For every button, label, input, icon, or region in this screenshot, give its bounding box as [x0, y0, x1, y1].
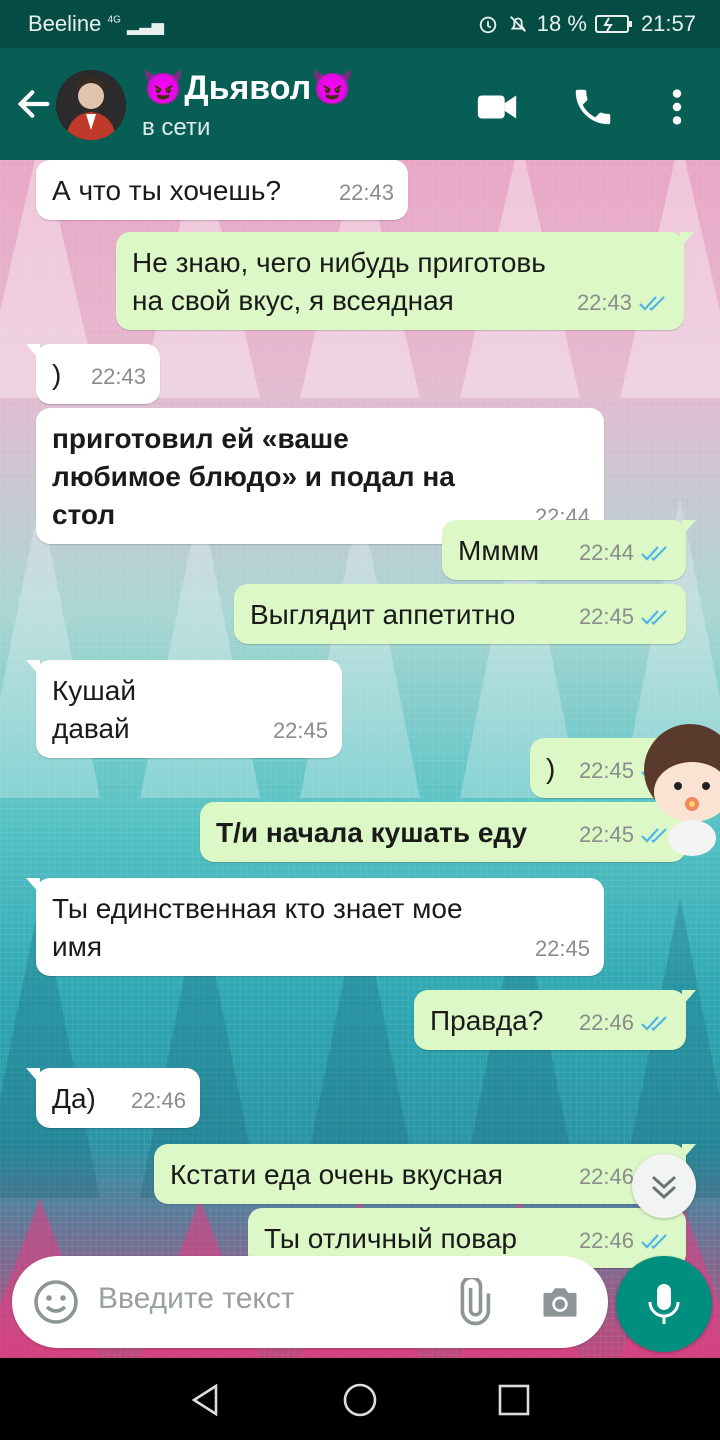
battery-icon — [594, 15, 632, 33]
online-status: в сети — [142, 114, 211, 141]
more-vert-icon[interactable] — [654, 84, 700, 130]
message-meta: 22:44 — [579, 534, 672, 572]
message-time: 22:43 — [338, 180, 394, 205]
message-time: 22:46 — [578, 1164, 634, 1189]
message-meta: 22:46 — [579, 1004, 672, 1042]
bubble-tail — [26, 660, 40, 676]
sent-message[interactable]: Кстати еда очень вкусная 22:46 — [154, 1144, 696, 1204]
message-input-bar[interactable]: Введите текст — [12, 1256, 608, 1348]
received-message[interactable]: Кушай давай 22:45 — [26, 660, 342, 758]
message-meta: 22:43 — [577, 284, 670, 322]
contact-name[interactable]: 😈Дьявол😈 — [142, 68, 354, 108]
message-meta: 22:46 — [131, 1082, 186, 1120]
status-bar: Beeline 4G ▂▃▅ 18 % 21:57 — [0, 0, 720, 48]
sent-message[interactable]: Т/и начала кушать еду 22:45 — [200, 802, 686, 862]
message-time: 22:45 — [534, 936, 590, 961]
message-time: 22:45 — [578, 822, 634, 847]
message-time: 22:46 — [130, 1088, 186, 1113]
message-meta: 22:46 — [579, 1222, 672, 1260]
devil-emoji-icon: 😈 — [311, 69, 354, 107]
bubble-tail — [682, 520, 696, 536]
double-check-icon — [641, 1016, 667, 1032]
message-text: Ты единственная кто знает мое имя — [52, 893, 463, 962]
voice-call-icon[interactable] — [570, 84, 616, 130]
system-nav-bar — [0, 1358, 720, 1440]
message-time: 22:45 — [578, 758, 634, 783]
bubble-tail — [680, 232, 694, 248]
bubble-tail — [26, 344, 40, 360]
double-check-icon — [639, 296, 665, 312]
sent-message[interactable]: Мммм 22:44 — [442, 520, 696, 580]
message-time: 22:44 — [578, 540, 634, 565]
message-time: 22:43 — [576, 290, 632, 315]
message-text: Ты отличный повар — [264, 1223, 517, 1254]
sent-message[interactable]: Правда? 22:46 — [414, 990, 696, 1050]
message-meta: 22:45 — [535, 930, 590, 968]
mic-icon — [648, 1284, 680, 1324]
received-message[interactable]: Ты единственная кто знает мое имя 22:45 — [26, 878, 604, 976]
double-check-icon — [641, 1234, 667, 1250]
clock: 21:57 — [640, 11, 696, 36]
chevron-double-down-icon — [652, 1176, 676, 1200]
attach-icon[interactable] — [448, 1278, 496, 1326]
sent-message[interactable]: Выглядит аппетитно 22:45 — [234, 584, 686, 644]
bubble-tail — [26, 878, 40, 894]
nav-home-icon[interactable] — [340, 1380, 380, 1420]
received-message[interactable]: Да) 22:46 — [26, 1068, 200, 1128]
message-meta: 22:45 — [273, 712, 328, 750]
nav-recents-icon[interactable] — [494, 1380, 534, 1420]
message-time: 22:43 — [90, 364, 146, 389]
devil-emoji-icon: 😈 — [142, 69, 185, 107]
camera-icon[interactable] — [538, 1280, 582, 1324]
double-check-icon — [641, 546, 667, 562]
video-call-icon[interactable] — [474, 84, 520, 130]
message-text: Выглядит аппетитно — [250, 599, 516, 630]
chat-area[interactable]: А что ты хочешь? 22:43 Не знаю, чего нибуд… — [0, 160, 720, 1358]
battery-percent: 18 % — [536, 11, 587, 36]
message-time: 22:45 — [272, 718, 328, 743]
received-message[interactable]: ) 22:43 — [26, 344, 160, 404]
message-input[interactable]: Введите текст — [98, 1282, 295, 1316]
carrier-label: Beeline — [28, 11, 102, 36]
message-meta: 22:43 — [91, 358, 146, 396]
avatar[interactable] — [56, 70, 126, 140]
message-meta: 22:43 — [339, 174, 394, 212]
baby-sticker-icon — [644, 724, 720, 856]
double-check-icon — [641, 610, 667, 626]
back-arrow-icon[interactable] — [14, 84, 54, 124]
mute-icon — [509, 16, 526, 32]
received-message[interactable]: А что ты хочешь? 22:43 — [36, 160, 408, 220]
bubble-tail — [26, 1068, 40, 1084]
nav-back-icon[interactable] — [186, 1380, 226, 1420]
message-text: Т/и начала кушать еду — [216, 817, 528, 848]
message-time: 22:46 — [578, 1228, 634, 1253]
contact-name-text: Дьявол — [184, 69, 312, 107]
chat-header: 😈Дьявол😈 в сети — [0, 48, 720, 160]
network-type: 4G — [107, 14, 121, 26]
emoji-icon[interactable] — [32, 1278, 80, 1326]
mic-button[interactable] — [616, 1256, 712, 1352]
message-meta: 22:45 — [579, 598, 672, 636]
signal-icon: ▂▃▅ — [126, 18, 164, 35]
sent-message[interactable]: Не знаю, чего нибудь приготовь на свой в… — [116, 232, 694, 330]
message-time: 22:45 — [578, 604, 634, 629]
bubble-tail — [682, 990, 696, 1006]
message-time: 22:46 — [578, 1010, 634, 1035]
message-text: Кстати еда очень вкусная — [170, 1159, 503, 1190]
scroll-down-button[interactable] — [632, 1154, 696, 1218]
alarm-icon — [479, 16, 497, 34]
message-text: приготовил ей «ваше любимое блюдо» и под… — [52, 423, 455, 530]
